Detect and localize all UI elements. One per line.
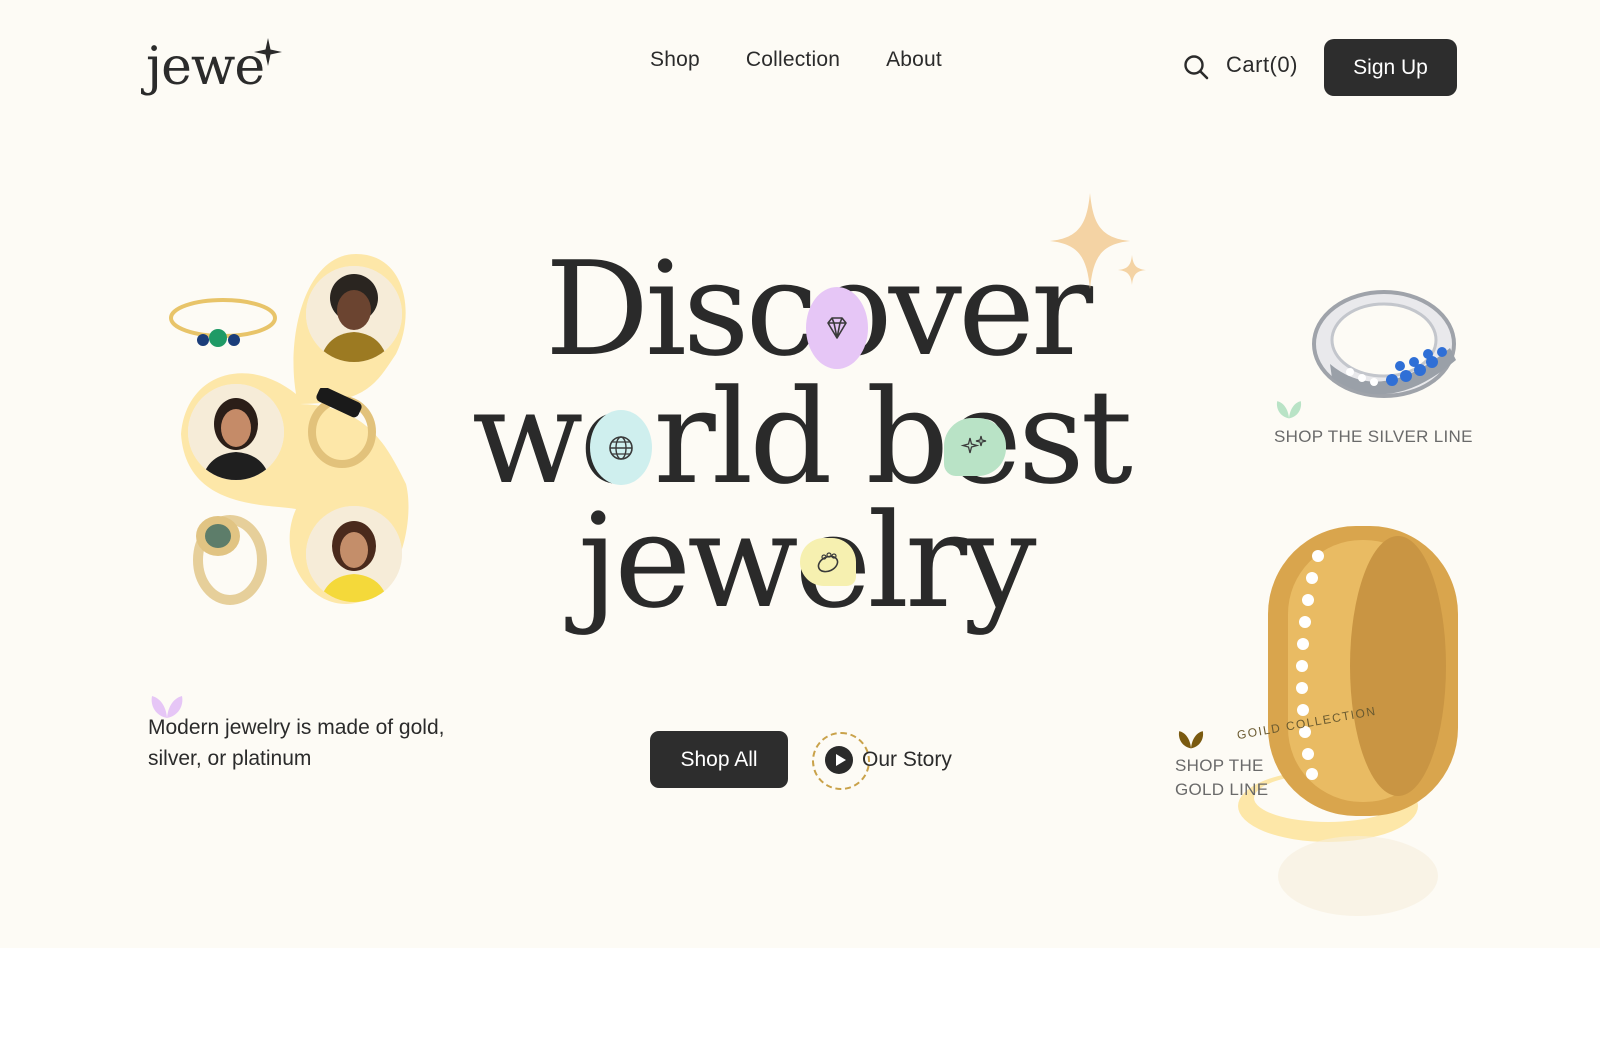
our-story-button[interactable]: Our Story (812, 732, 972, 790)
model-photo (188, 384, 284, 480)
our-story-label: Our Story (862, 748, 952, 771)
diamond-badge (806, 287, 868, 369)
leaf-icon (1178, 731, 1204, 749)
play-icon (825, 746, 853, 774)
logo[interactable]: jewe (146, 34, 286, 100)
ring-icon (817, 552, 839, 573)
globe-badge (590, 410, 652, 485)
ring-icon (169, 298, 277, 347)
sparkle-icon (1050, 193, 1146, 289)
main-nav: Shop Collection About (650, 48, 942, 72)
nav-link-collection[interactable]: Collection (746, 48, 840, 72)
ring-badge (800, 538, 856, 586)
globe-icon (609, 435, 633, 460)
page: jewe Shop Collection About Cart(0) Sign … (0, 0, 1600, 948)
sparkles-icon (960, 435, 987, 454)
shop-silver-line-link[interactable]: SHOP THE SILVER LINE (1274, 427, 1473, 447)
silver-ring-image[interactable] (1300, 278, 1462, 408)
diamond-icon (827, 317, 847, 339)
shop-gold-line-link[interactable]: SHOP THE GOLD LINE (1175, 754, 1285, 802)
sparkle-icon (254, 38, 282, 66)
sign-up-button[interactable]: Sign Up (1324, 39, 1457, 96)
hero-description: Modern jewelry is made of gold, silver, … (148, 716, 445, 770)
ring-icon (193, 515, 267, 605)
hero-headline-line-2: world best (472, 361, 1133, 513)
shop-all-button[interactable]: Shop All (650, 731, 788, 788)
logo-text: jewe (146, 37, 265, 97)
ring-icon (308, 388, 376, 468)
leaf-icon (1276, 401, 1302, 419)
model-photo (306, 506, 402, 602)
search-icon[interactable] (1182, 53, 1210, 81)
nav-link-about[interactable]: About (886, 48, 942, 72)
model-photo (306, 266, 402, 362)
sparkles-badge (944, 418, 1006, 476)
nav-link-shop[interactable]: Shop (650, 48, 700, 72)
cart-link[interactable]: Cart(0) (1226, 52, 1298, 78)
model-ring-cluster (166, 254, 416, 614)
